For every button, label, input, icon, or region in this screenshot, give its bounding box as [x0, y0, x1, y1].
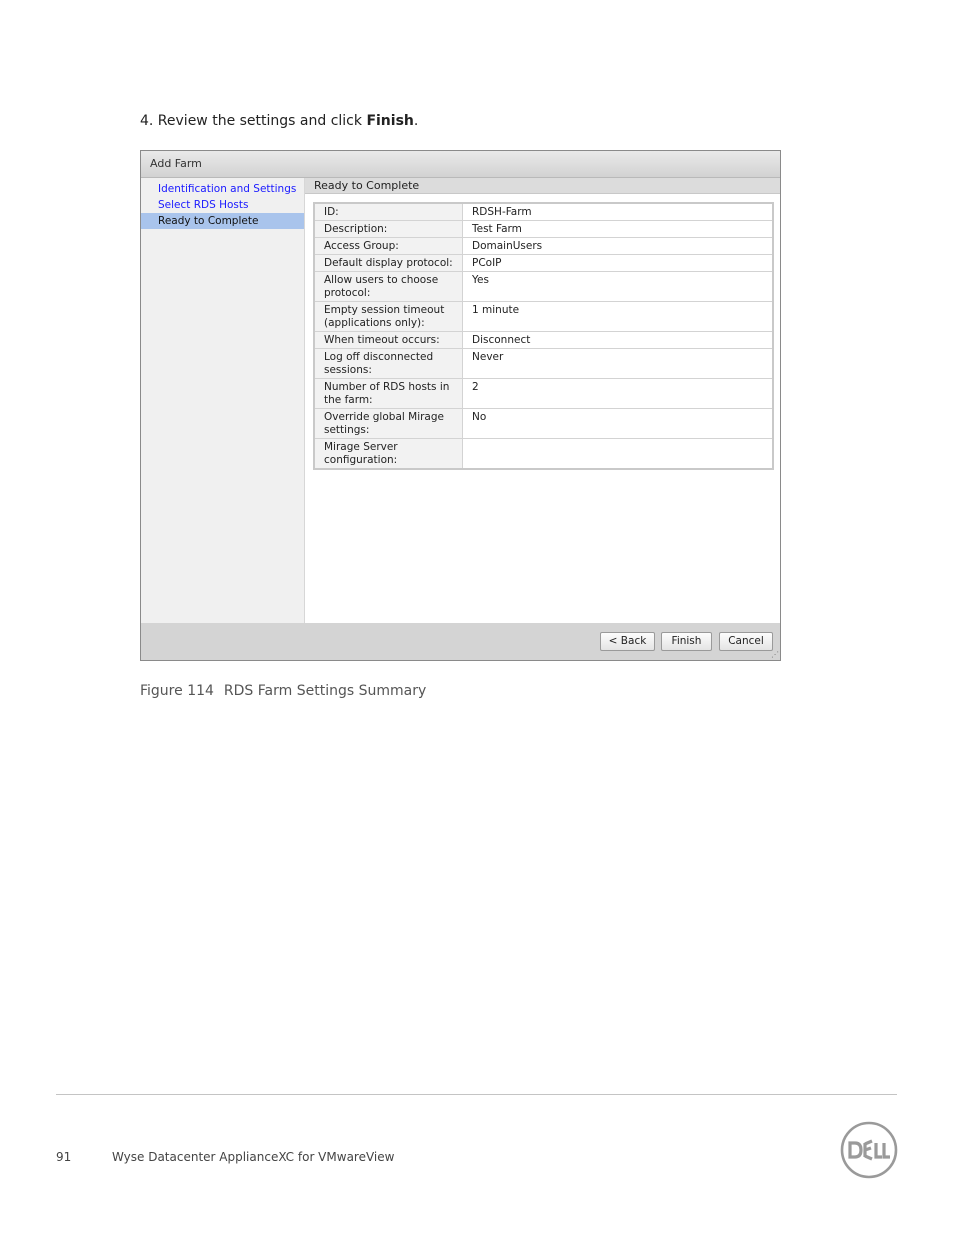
setting-value: PCoIP — [462, 254, 774, 272]
setting-value: Disconnect — [462, 331, 774, 349]
setting-value: No — [462, 408, 774, 439]
setting-label: Override global Mirage settings: — [313, 408, 463, 439]
table-row: Mirage Server configuration: — [313, 438, 774, 470]
setting-label: Mirage Server configuration: — [313, 438, 463, 470]
table-row: Override global Mirage settings: No — [313, 408, 774, 439]
setting-value: RDSH-Farm — [462, 202, 774, 221]
nav-item-select-rds-hosts[interactable]: Select RDS Hosts — [141, 197, 304, 213]
setting-label: Default display protocol: — [313, 254, 463, 272]
setting-label: Access Group: — [313, 237, 463, 255]
setting-label: Empty session timeout (applications only… — [313, 301, 463, 332]
setting-value: Never — [462, 348, 774, 379]
setting-value: DomainUsers — [462, 237, 774, 255]
step-text: 4. Review the settings and click — [140, 113, 367, 129]
nav-item-ready-to-complete[interactable]: Ready to Complete — [141, 213, 304, 229]
back-button[interactable]: < Back — [600, 632, 655, 651]
setting-value: 1 minute — [462, 301, 774, 332]
setting-label: ID: — [313, 202, 463, 221]
finish-button[interactable]: Finish — [661, 632, 712, 651]
figure-text: RDS Farm Settings Summary — [223, 683, 427, 699]
setting-value — [462, 438, 774, 470]
document-title: Wyse Datacenter ApplianceXC for VMwareVi… — [112, 1150, 395, 1164]
table-row: Allow users to choose protocol: Yes — [313, 271, 774, 302]
setting-label: Allow users to choose protocol: — [313, 271, 463, 302]
settings-summary-table: ID: RDSH-Farm Description: Test Farm Access … — [313, 202, 774, 470]
add-farm-dialog: Add Farm Identification and Settings Sel… — [140, 150, 781, 661]
setting-value: Yes — [462, 271, 774, 302]
setting-value: 2 — [462, 378, 774, 409]
setting-label: Number of RDS hosts in the farm: — [313, 378, 463, 409]
setting-value: Test Farm — [462, 220, 774, 238]
table-row: ID: RDSH-Farm — [313, 202, 774, 221]
setting-label: When timeout occurs: — [313, 331, 463, 349]
section-title: Ready to Complete — [305, 178, 780, 194]
table-row: Access Group: DomainUsers — [313, 237, 774, 255]
wizard-sidebar: Identification and Settings Select RDS H… — [141, 178, 305, 623]
table-row: Default display protocol: PCoIP — [313, 254, 774, 272]
dialog-title: Add Farm — [141, 151, 780, 178]
nav-item-identification[interactable]: Identification and Settings — [141, 181, 304, 197]
figure-number: Figure 114 — [140, 683, 214, 699]
setting-label: Description: — [313, 220, 463, 238]
footer-divider — [56, 1094, 897, 1095]
cancel-button[interactable]: Cancel — [719, 632, 773, 651]
table-row: Empty session timeout (applications only… — [313, 301, 774, 332]
step-instruction: 4. Review the settings and click Finish. — [140, 113, 418, 129]
page-number: 91 — [56, 1150, 72, 1164]
setting-label: Log off disconnected sessions: — [313, 348, 463, 379]
dell-logo-icon — [840, 1121, 898, 1179]
figure-caption: Figure 114 RDS Farm Settings Summary — [140, 683, 426, 699]
resize-grip-icon[interactable]: ⋰ — [771, 651, 779, 659]
table-row: Description: Test Farm — [313, 220, 774, 238]
table-row: Number of RDS hosts in the farm: 2 — [313, 378, 774, 409]
wizard-content: Ready to Complete ID: RDSH-Farm Descriptio… — [305, 178, 780, 623]
dialog-footer: < Back Finish Cancel ⋰ — [141, 623, 780, 660]
step-suffix: . — [413, 113, 419, 129]
table-row: When timeout occurs: Disconnect — [313, 331, 774, 349]
step-emphasis: Finish — [366, 113, 414, 129]
table-row: Log off disconnected sessions: Never — [313, 348, 774, 379]
